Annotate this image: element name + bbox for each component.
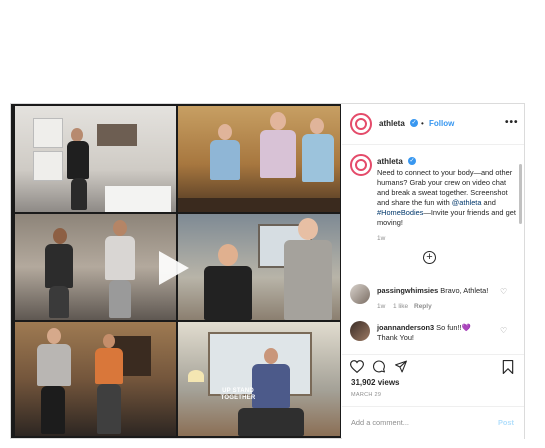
video-collage[interactable]: UP STAND TOGETHER [11, 104, 341, 438]
video-tile-kitchen [15, 106, 176, 212]
comment-like-icon[interactable]: ♡ [500, 326, 507, 335]
views-count[interactable]: 31,902 views [351, 378, 399, 387]
load-more-comments-button[interactable]: + [423, 251, 436, 264]
more-options-icon[interactable]: ••• [505, 117, 519, 128]
comment-username[interactable]: passingwhimsies [377, 286, 438, 295]
post-header: athleta ✓ • Follow ••• [342, 104, 524, 145]
video-tile-two-adults [15, 322, 176, 436]
comment-time: 1w [377, 303, 386, 310]
hashtag-link[interactable]: #HomeBodies [377, 208, 423, 217]
follow-button[interactable]: Follow [429, 119, 454, 128]
bookmark-icon[interactable] [502, 360, 514, 374]
comment-text: joannanderson3 So fun!!💜 Thank You! [377, 323, 471, 342]
caption-timestamp: 1w [377, 235, 386, 242]
video-tile-family [178, 106, 340, 212]
comment-avatar[interactable] [350, 284, 370, 304]
comments-scrollbar[interactable] [519, 164, 522, 224]
caption-text: Need to connect to your body—and other h… [377, 168, 516, 227]
heart-icon[interactable] [350, 360, 364, 373]
account-username[interactable]: athleta [379, 119, 405, 128]
shirt-text: UP STAND TOGETHER [220, 388, 256, 401]
comment-username[interactable]: joannanderson3 [377, 323, 434, 332]
separator-dot: • [421, 119, 424, 128]
post-side-panel: athleta ✓ • Follow ••• athleta ✓ Need to… [342, 104, 524, 439]
video-tile-living-room [15, 214, 176, 320]
post-comment-button[interactable]: Post [498, 418, 514, 427]
post-actions: 31,902 views MARCH 29 Add a comment... P… [342, 354, 524, 439]
verified-icon: ✓ [410, 119, 418, 127]
reply-button[interactable]: Reply [414, 303, 432, 310]
video-tile-two-kids [178, 214, 340, 320]
comment-likes[interactable]: 1 like [393, 303, 408, 310]
caption-username[interactable]: athleta [377, 157, 403, 166]
account-avatar[interactable] [350, 113, 372, 135]
comment-text: passingwhimsies Bravo, Athleta! [377, 286, 489, 295]
verified-icon: ✓ [408, 157, 416, 165]
comment-avatar[interactable] [350, 321, 370, 341]
mention-link[interactable]: @athleta [452, 198, 482, 207]
play-icon[interactable] [159, 251, 189, 285]
video-tile-window [178, 322, 340, 436]
comment-icon[interactable] [372, 360, 386, 373]
purple-heart-emoji: 💜 [461, 323, 471, 332]
add-comment-input[interactable]: Add a comment... [351, 418, 409, 427]
post-date: MARCH 29 [351, 392, 382, 398]
instagram-post: UP STAND TOGETHER athleta ✓ • Follow •••… [10, 103, 525, 439]
add-comment-bar: Add a comment... Post [342, 406, 524, 440]
caption-avatar[interactable] [350, 154, 372, 176]
share-icon[interactable] [394, 360, 408, 373]
comment-like-icon[interactable]: ♡ [500, 287, 507, 296]
